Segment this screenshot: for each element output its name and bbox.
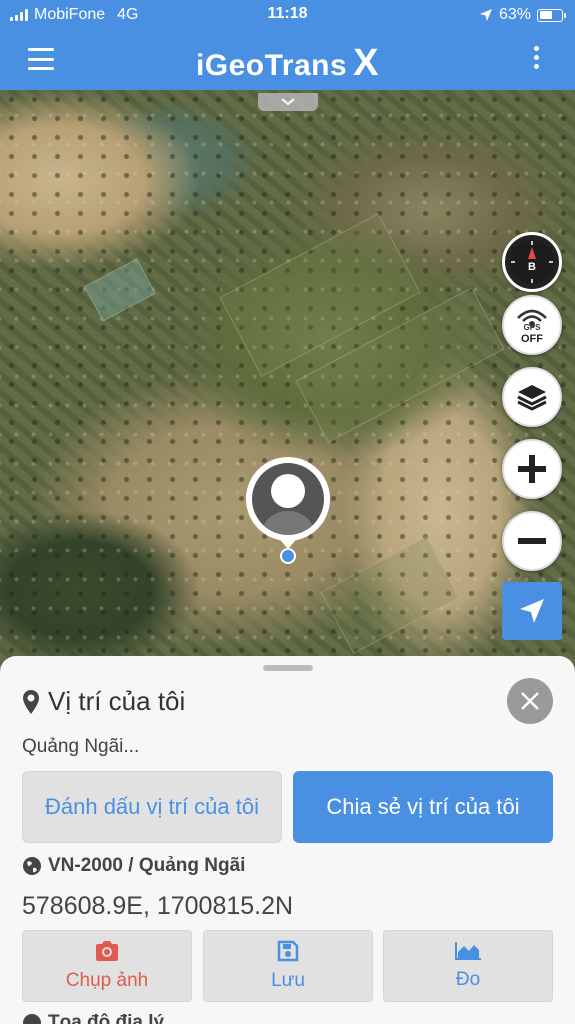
app-title-text: iGeoTrans [195, 49, 348, 82]
user-avatar-icon [252, 463, 324, 535]
panel-title-text: Vị trí của tôi [48, 686, 186, 716]
panel-title: Vị trí của tôi [22, 686, 185, 717]
minus-icon [518, 538, 546, 544]
take-photo-label: Chụp ảnh [65, 970, 149, 991]
zoom-in-button[interactable] [502, 439, 562, 499]
map-texture [0, 90, 575, 670]
locate-me-button[interactable] [502, 582, 562, 640]
geographic-coordinates-label: Tọa độ địa lý [48, 1012, 165, 1024]
app-header: iGeoTrans X [0, 30, 575, 90]
globe-icon [23, 857, 41, 875]
marker-circle [246, 457, 330, 541]
geographic-coordinates-row[interactable]: Tọa độ địa lý [22, 1012, 164, 1024]
gps-toggle-button[interactable]: GPS OFF [502, 295, 562, 355]
area-chart-icon [455, 942, 481, 960]
layers-button[interactable] [502, 367, 562, 427]
location-arrow-icon [479, 9, 492, 21]
navigation-arrow-icon [520, 599, 544, 623]
app-title: iGeoTrans X [0, 42, 575, 85]
gps-state: OFF [521, 333, 543, 345]
save-icon [277, 940, 299, 962]
drag-handle[interactable] [263, 665, 313, 671]
map-pin-icon [23, 689, 39, 714]
gps-label: GPS [523, 323, 541, 332]
layers-icon [517, 385, 547, 411]
location-panel: Vị trí của tôi Quảng Ngãi... Đánh dấu vị… [0, 656, 575, 1024]
camera-icon [96, 941, 118, 961]
take-photo-button[interactable]: Chụp ảnh [22, 930, 192, 1002]
chevron-down-icon [281, 98, 295, 106]
save-button[interactable]: Lưu [203, 930, 373, 1002]
coordinate-system: VN-2000 / Quảng Ngãi [22, 855, 245, 877]
coordinates-text[interactable]: 578608.9E, 1700815.2N [22, 892, 293, 921]
status-right-group: 63% [479, 6, 566, 24]
measure-label: Đo [455, 969, 481, 990]
plus-icon [518, 455, 546, 483]
battery-icon [537, 8, 566, 22]
address-text: Quảng Ngãi... [22, 736, 140, 757]
share-my-location-button[interactable]: Chia sẻ vị trí của tôi [293, 771, 553, 843]
save-label: Lưu [271, 970, 305, 991]
crs-text: VN-2000 / Quảng Ngãi [48, 855, 246, 876]
battery-percent: 63% [498, 6, 531, 23]
satellite-map[interactable] [0, 90, 575, 670]
map-collapse-tab[interactable] [258, 93, 318, 111]
location-dot [280, 548, 296, 564]
close-icon [521, 692, 539, 710]
battery-level-fill [539, 11, 553, 19]
zoom-out-button[interactable] [502, 511, 562, 571]
measure-button[interactable]: Đo [383, 930, 553, 1002]
vertical-dots-icon[interactable] [534, 46, 539, 69]
close-button[interactable] [507, 678, 553, 724]
globe-icon [23, 1014, 41, 1024]
status-bar: MobiFone 4G 11:18 63% [0, 0, 575, 30]
mark-my-location-button[interactable]: Đánh dấu vị trí của tôi [22, 771, 282, 843]
my-location-marker[interactable] [246, 457, 330, 567]
compass-button[interactable]: B [502, 232, 562, 292]
app-title-suffix: X [353, 42, 380, 84]
compass-label: B [528, 261, 536, 273]
